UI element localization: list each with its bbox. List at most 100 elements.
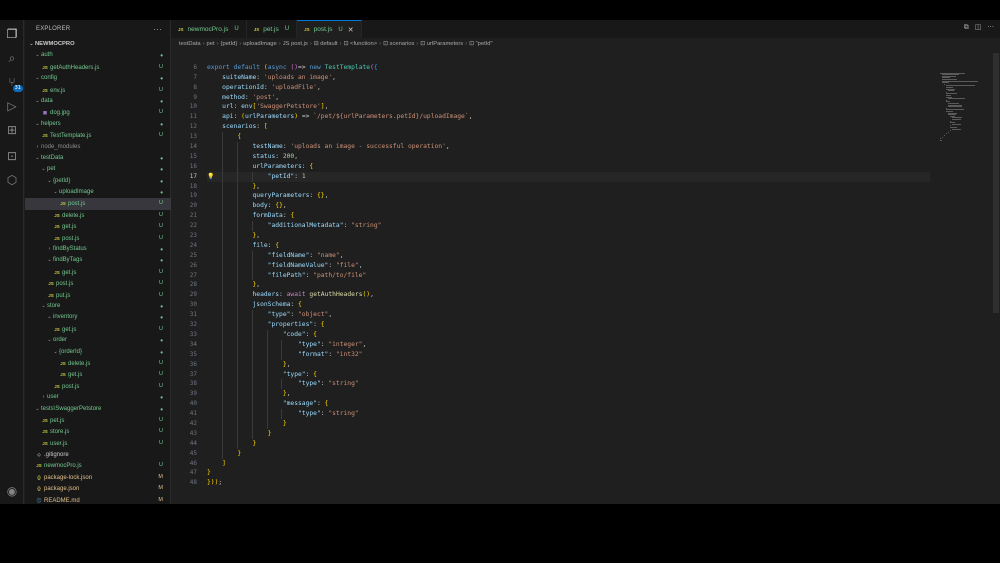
code-line[interactable]: "type": "object", [207,310,930,321]
extensions-icon[interactable]: ⊞ [4,122,20,138]
tree-folder[interactable]: ⌄uploadImage • [25,187,171,198]
tree-file[interactable]: JS post.js U [25,233,171,244]
code-line[interactable]: } [207,428,930,439]
tree-file[interactable]: ▣ dog.jpg U [25,107,171,118]
tree-file[interactable]: JS pet.js U [25,415,171,426]
tree-file[interactable]: JS post.js U [25,381,171,392]
code-line[interactable]: }, [207,280,930,291]
editor-tab[interactable]: JS newmocPro.js U [171,20,247,38]
breadcrumb-item[interactable]: uploadImage [243,41,277,47]
tree-file[interactable]: {} package.json M [25,483,171,494]
code-line[interactable]: "petId": 1 [207,171,930,182]
code-line[interactable]: } [207,418,930,429]
tree-file[interactable]: JS put.js U [25,290,171,301]
tree-file[interactable]: JS getAuthHeaders.js U [25,62,171,73]
breadcrumb-item[interactable]: JS post.js [283,41,308,47]
breadcrumb-item[interactable]: pet [207,41,215,47]
tree-file[interactable]: JS post.js U [25,198,171,210]
code-line[interactable]: }, [207,181,930,192]
workspace-root[interactable]: ⌄NEWMOCPRO [25,39,171,50]
code-line[interactable]: operationId: 'uploadFile', [207,83,930,93]
tree-folder[interactable]: ⌄inventory • [25,312,171,323]
breadcrumb-item[interactable]: {petId} [221,41,238,47]
code-line[interactable]: "properties": { [207,320,930,330]
code-line[interactable]: "fieldName": "name", [207,250,930,261]
code-line[interactable] [207,53,930,63]
code-line[interactable]: }, [207,359,930,370]
tree-file[interactable]: JS get.js U [25,221,171,232]
tree-folder[interactable]: › user • [25,392,171,403]
more-icon[interactable]: ··· [987,23,994,32]
code-line[interactable]: suiteName: 'uploads an image', [207,73,930,83]
editor-tab[interactable]: JS post.js U ✕ [297,20,362,38]
account-icon[interactable]: ◉ [4,483,20,499]
code-line[interactable]: formData: { [207,211,930,222]
code-line[interactable]: queryParameters: {}, [207,191,930,202]
code-editor[interactable]: 6 7 8 9 10 11 12 13 14 15 16 17 18 19 20 21 22 23 24 25 26 27… [171,53,1000,504]
code-line[interactable]: "message": { [207,399,930,410]
tree-folder[interactable]: ⌄testData • [25,153,171,164]
tree-file[interactable]: JS delete.js U [25,358,171,369]
code-line[interactable]: "type": "string" [207,409,930,419]
code-line[interactable]: "additionalMetadata": "string" [207,221,930,232]
testing-icon[interactable]: ⬡ [4,172,20,188]
tree-file[interactable]: {} package-lock.json M [25,472,171,483]
tree-file[interactable]: JS env.js U [25,85,171,96]
tree-file[interactable]: ◇ .gitignore [25,449,171,460]
tree-folder[interactable]: › findByStatus • [25,244,171,255]
tree-file[interactable]: JS get.js U [25,267,171,278]
code-line[interactable]: file: { [207,240,930,251]
breadcrumb-item[interactable]: ⊡ "petId" [469,41,492,47]
tree-folder[interactable]: ⌄store • [25,301,171,312]
code-line[interactable]: "type": "string" [207,379,930,390]
code-line[interactable]: "type": "integer", [207,339,930,350]
code-line[interactable]: export default (async ()=> new TestTempl… [207,63,930,73]
editor-tab[interactable]: JS pet.js U [246,20,298,38]
breadcrumb-item[interactable]: testData [179,41,201,47]
code-line[interactable]: testName: 'uploads an image - successful… [207,142,930,152]
code-line[interactable]: jsonSchema: { [207,300,930,311]
more-actions-icon[interactable]: ··· [153,25,162,34]
code-line[interactable]: }, [207,389,930,400]
tree-file[interactable]: JS store.js U [25,426,171,437]
tree-folder[interactable]: ⌄data • [25,96,171,107]
search-icon[interactable]: ⌕ [4,50,20,66]
code-line[interactable]: body: {}, [207,201,930,212]
tree-folder[interactable]: ⌄auth • [25,50,171,61]
breadcrumb-item[interactable]: ⊟ default [314,41,338,47]
tree-file[interactable]: JS delete.js U [25,210,171,221]
split-editor-icon[interactable]: ◫ [975,23,982,32]
run-debug-icon[interactable]: ▷ [4,98,20,114]
code-line[interactable]: urlParameters: { [207,161,930,172]
tree-folder[interactable]: › node_modules [25,142,171,153]
tree-folder[interactable]: ⌄findByTags • [25,255,171,266]
code-line[interactable]: headers: await getAuthHeaders(), [207,290,930,301]
code-line[interactable]: })); [207,478,930,488]
breadcrumb-item[interactable]: ⊡ <function> [344,41,378,47]
compare-icon[interactable]: ⧉ [964,23,969,32]
code-line[interactable]: "fieldNameValue": "file", [207,260,930,271]
tree-file[interactable]: ⓘ README.md M [25,495,171,504]
code-line[interactable]: } [207,448,930,459]
tree-file[interactable]: JS user.js U [25,438,171,449]
code-line[interactable]: }, [207,231,930,241]
code-line[interactable]: ] [207,459,930,469]
code-line[interactable]: api: (urlParameters) => `/pet/${urlParam… [207,112,930,122]
code-line[interactable]: "format": "int32" [207,349,930,360]
tree-file[interactable]: JS get.js U [25,324,171,335]
close-icon[interactable]: ✕ [348,26,354,34]
code-line[interactable]: scenarios: [ [207,122,930,132]
tree-folder[interactable]: ⌄{petId} • [25,176,171,187]
tree-file[interactable]: JS newmocPro.js U [25,460,171,471]
tree-folder[interactable]: ⌄{orderId} • [25,347,171,358]
code-line[interactable]: } [207,438,930,449]
code-line[interactable]: "type": { [207,369,930,380]
code-line[interactable]: status: 200, [207,151,930,162]
tree-folder[interactable]: ⌄tests\SwaggerPetstore • [25,404,171,415]
breadcrumb-item[interactable]: ⊡ scenarios [383,41,414,47]
scrollbar-thumb[interactable] [993,53,999,313]
code-line[interactable]: url: env['SwaggerPetstore'], [207,102,930,112]
explorer-icon[interactable]: ❐ [4,26,20,42]
tree-file[interactable]: JS get.js U [25,369,171,380]
editor-scrollbar[interactable] [992,53,1000,504]
